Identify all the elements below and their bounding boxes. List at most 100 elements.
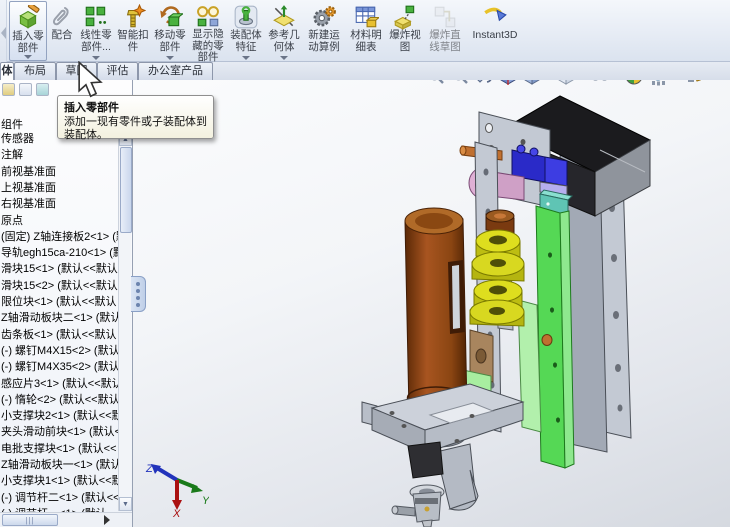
ribbon-button-label: 装配体 特征 (230, 29, 262, 53)
tree-item[interactable]: (-) 螺钉M4X15<2> (默认 (1, 343, 118, 359)
exploded-view-icon (392, 3, 418, 30)
tree-item[interactable]: 上视基准面 (1, 180, 118, 196)
dropdown-arrow-icon[interactable] (92, 56, 100, 60)
model-motor-end[interactable] (407, 441, 444, 479)
ribbon-button-bill-of-materials[interactable]: 材料明 细表 (345, 1, 387, 61)
ribbon-button-label: 新建运 动算例 (308, 29, 340, 53)
bill-of-materials-icon (353, 3, 379, 30)
linear-component-pattern-icon (83, 3, 109, 30)
ribbon-button-move-component[interactable]: 移动零 部件 (151, 1, 189, 61)
ribbon-button-instant3d[interactable]: Instant3D (467, 1, 523, 61)
ribbon-button-label: 显示隐 藏的零 部件 (192, 28, 224, 63)
insert-component-icon (15, 4, 41, 31)
tree-vertical-scrollbar[interactable]: ▲ ▼ (118, 132, 132, 511)
dropdown-arrow-icon[interactable] (166, 56, 174, 60)
explode-line-sketch-icon (432, 3, 458, 30)
tree-item[interactable]: 限位块<1> (默认<<默认 (1, 294, 118, 310)
smart-fasteners-icon (120, 3, 146, 30)
clipped-toolbar-button[interactable] (0, 0, 7, 62)
tab-assembly[interactable]: 体 (0, 62, 14, 80)
ribbon-button-smart-fasteners[interactable]: 智能扣 件 (115, 1, 151, 61)
model-bracket-arm[interactable] (435, 443, 479, 511)
tooltip-body-line2: 装配体。 (64, 129, 108, 141)
ribbon-button-explode-line-sketch[interactable]: 爆炸直 线草图 (423, 1, 467, 61)
model-3d-assembly[interactable] (133, 62, 730, 527)
command-manager-tabs: 体布局 草图 评估 办公室产品 (0, 62, 730, 80)
ribbon-button-label: 移动零 部件 (154, 29, 186, 53)
mate-icon (50, 3, 74, 30)
feature-tree: 组件 传感器 注解 前视基准面 上视基准面 右视基准面 原点 (固定) Z轴连接板2<1> … (0, 80, 118, 512)
tree-item[interactable]: 滑块15<2> (默认<<默认 (1, 278, 118, 294)
ribbon-button-label: 配合 (51, 29, 73, 41)
ribbon-button-label: 插入零 部件 (12, 30, 44, 54)
tree-item[interactable]: (-) 螺钉M4X35<2> (默认 (1, 359, 118, 375)
tree-item[interactable]: 感应片3<1> (默认<<默认 (1, 376, 118, 392)
model-copper-screw[interactable] (541, 334, 553, 346)
horizontal-scroll-thumb[interactable]: ||| (2, 514, 58, 526)
ribbon-button-new-motion-study[interactable]: 新建运 动算例 (303, 1, 345, 61)
model-idler-rings-upper[interactable] (471, 229, 525, 282)
tree-item[interactable]: Z轴滑动板块二<1> (默认 (1, 310, 118, 326)
ribbon-buttons: 插入零 部件 配合 线性零 部件... 智能扣 件移动零 部件 显示隐 藏的零 部件 装配… (7, 0, 523, 63)
tree-item[interactable]: 原点 (1, 213, 118, 229)
tab-evaluate[interactable]: 评估 (97, 62, 138, 80)
scroll-down-arrow[interactable]: ▼ (119, 497, 132, 511)
panel-splitter-handle[interactable] (131, 276, 146, 312)
mouse-cursor (78, 61, 103, 98)
reference-geometry-icon (271, 3, 297, 30)
tree-item[interactable]: 前视基准面 (1, 164, 118, 180)
ribbon-button-exploded-view[interactable]: 爆炸视 图 (387, 1, 423, 61)
tree-item[interactable]: (-) 惰轮<2> (默认<<默认 (1, 392, 118, 408)
svg-text:Y: Y (202, 495, 209, 507)
ribbon-button-label: 材料明 细表 (350, 29, 382, 53)
ribbon-button-mate[interactable]: 配合 (47, 1, 77, 61)
tree-item[interactable]: (-) 调节杆二<1> (默认<< (1, 490, 118, 506)
tab-office-products[interactable]: 办公室产品 (138, 62, 213, 80)
tab-layout[interactable]: 布局 (14, 62, 56, 80)
tree-item[interactable]: 右视基准面 (1, 196, 118, 212)
show-hidden-components-icon (195, 3, 221, 29)
ribbon-button-label: 爆炸直 线草图 (429, 29, 461, 53)
insert-component-tooltip: 插入零部件 添加一现有零件或子装配体到 装配体。 (57, 95, 214, 141)
tree-item[interactable]: 电批支撑块<1> (默认<< (1, 441, 118, 457)
tree-horizontal-scrollbar[interactable]: ||| (0, 512, 132, 527)
ribbon-button-label: Instant3D (472, 29, 518, 41)
tree-item[interactable]: 齿条板<1> (默认<<默认 (1, 327, 118, 343)
tooltip-title: 插入零部件 (64, 102, 119, 114)
model-idler-rings-lower[interactable] (469, 279, 525, 327)
ribbon-button-reference-geometry[interactable]: 参考几 何体 (265, 1, 303, 61)
model-green-rail[interactable] (535, 205, 575, 469)
tree-item[interactable]: Z轴滑动板块一<1> (默认 (1, 457, 118, 473)
command-manager-ribbon: 插入零 部件 配合 线性零 部件... 智能扣 件移动零 部件 显示隐 藏的零 部件 装配… (0, 0, 730, 63)
dropdown-arrow-icon[interactable] (280, 56, 288, 60)
reference-triad: Z Y X (145, 463, 209, 518)
ribbon-button-label: 智能扣 件 (117, 29, 149, 53)
instant3d-icon (482, 3, 508, 30)
ribbon-button-label: 线性零 部件... (80, 29, 112, 53)
ribbon-button-show-hidden-components[interactable]: 显示隐 藏的零 部件 (189, 1, 227, 63)
ribbon-button-assembly-features[interactable]: 装配体 特征 (227, 1, 265, 61)
dropdown-arrow-icon[interactable] (242, 56, 250, 60)
tooltip-body-line1: 添加一现有零件或子装配体到 (64, 116, 207, 128)
dropdown-arrow-icon[interactable] (24, 55, 32, 59)
scroll-right-arrow[interactable] (104, 515, 110, 525)
tree-item[interactable]: (固定) Z轴连接板2<1> (默 (1, 229, 118, 245)
model-chuck[interactable] (391, 484, 445, 527)
vertical-scroll-thumb[interactable] (119, 147, 132, 233)
ribbon-button-label: 爆炸视 图 (389, 29, 421, 53)
svg-text:X: X (172, 508, 181, 518)
graphics-viewport[interactable]: Z Y X (133, 62, 730, 527)
assembly-features-icon (233, 3, 259, 30)
tree-item[interactable]: 夹头滑动前块<1> (默认< (1, 424, 118, 440)
new-motion-study-icon (311, 3, 337, 30)
tree-item[interactable]: 滑块15<1> (默认<<默认 (1, 261, 118, 277)
model-base-plate[interactable] (361, 383, 525, 454)
tree-item[interactable]: 小支撑块1<1> (默认<<默 (1, 473, 118, 489)
ribbon-button-label: 参考几 何体 (268, 29, 300, 53)
ribbon-button-linear-component-pattern[interactable]: 线性零 部件... (77, 1, 115, 61)
tree-item[interactable]: 小支撑块2<1> (默认<<默 (1, 408, 118, 424)
move-component-icon (157, 3, 183, 30)
tree-item[interactable]: 导轨egh15ca-210<1> (默 (1, 245, 118, 261)
tree-item[interactable]: 注解 (1, 147, 118, 163)
ribbon-button-insert-component[interactable]: 插入零 部件 (9, 1, 47, 61)
